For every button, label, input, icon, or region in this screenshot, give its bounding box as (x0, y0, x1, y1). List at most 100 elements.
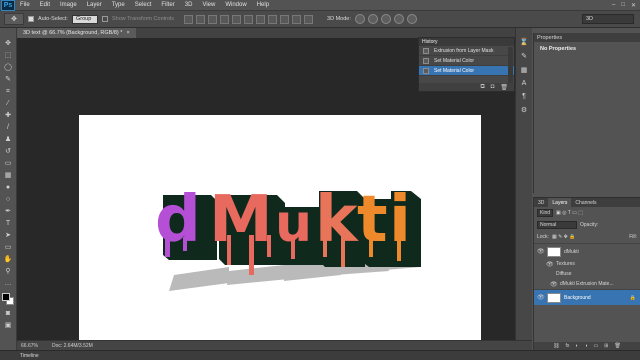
distribute-center-icon[interactable] (304, 14, 314, 24)
history-item[interactable]: Set Material Color (419, 56, 514, 66)
pan-3d-icon[interactable] (380, 14, 391, 24)
hand-tool-icon[interactable]: ✋ (3, 254, 14, 264)
visibility-eye-icon[interactable]: 👁 (546, 261, 554, 268)
menu-type[interactable]: Type (107, 2, 130, 8)
delete-icon[interactable]: 🗑 (500, 84, 508, 91)
canvas[interactable]: d M u k t i (79, 115, 481, 340)
quick-mask-icon[interactable]: ◙ (3, 308, 14, 318)
scale-3d-icon[interactable] (406, 14, 417, 24)
align-center-icon[interactable] (232, 14, 242, 24)
menu-edit[interactable]: Edit (35, 2, 55, 8)
clone-stamp-tool-icon[interactable]: ♟ (3, 134, 14, 144)
kind-filter-dropdown[interactable]: Kind (537, 209, 554, 217)
tab-layers[interactable]: Layers (548, 198, 572, 207)
pen-tool-icon[interactable]: ✒ (3, 206, 14, 216)
menu-3d[interactable]: 3D (180, 2, 198, 8)
timeline-panel-tab[interactable]: Timeline (0, 350, 640, 360)
distribute-left-icon[interactable] (292, 14, 302, 24)
layer-dmukti[interactable]: 👁 dMukti (534, 243, 640, 259)
eyedropper-tool-icon[interactable]: ⁄ (3, 98, 14, 108)
screen-mode-icon[interactable]: ▣ (3, 320, 14, 330)
visibility-eye-icon[interactable]: 👁 (537, 248, 545, 255)
move-tool-icon[interactable]: ✥ (3, 38, 14, 48)
distribute-middle-icon[interactable] (268, 14, 278, 24)
lasso-tool-icon[interactable]: ◯ (3, 62, 14, 72)
layer-material[interactable]: 👁 dMukti Extrusion Mate... (534, 279, 640, 289)
folder-icon[interactable]: ▭ (594, 343, 599, 349)
character-panel-icon[interactable]: A (522, 80, 527, 87)
history-brush-tool-icon[interactable]: ↺ (3, 146, 14, 156)
minimize-button[interactable]: – (612, 2, 615, 9)
lock-icons[interactable]: ▦ ✎ ✥ 🔒 (552, 234, 576, 240)
history-scrollbar[interactable] (508, 47, 513, 83)
brush-tool-icon[interactable]: / (3, 122, 14, 132)
visibility-eye-icon[interactable]: 👁 (537, 294, 545, 301)
layer-background[interactable]: 👁 Background 🔒 (534, 289, 640, 305)
healing-tool-icon[interactable]: ✚ (3, 110, 14, 120)
filter-icons[interactable]: ▣ ◎ T ▭ ⬚ (556, 210, 583, 216)
menu-image[interactable]: Image (55, 2, 82, 8)
blend-mode-dropdown[interactable]: Normal (537, 221, 577, 229)
distribute-top-icon[interactable] (256, 14, 266, 24)
history-item-selected[interactable]: Set Material Color (419, 66, 514, 76)
document-tab-close-icon[interactable]: × (126, 30, 129, 36)
path-select-tool-icon[interactable]: ➤ (3, 230, 14, 240)
swatch-panel-icon[interactable]: ▦ (521, 66, 528, 74)
menu-help[interactable]: Help (252, 2, 274, 8)
color-swatches[interactable] (1, 293, 15, 306)
paragraph-panel-icon[interactable]: ¶ (522, 93, 526, 100)
brush-panel-icon[interactable]: ✎ (521, 52, 527, 60)
history-panel-icon[interactable]: ⌛ (520, 38, 529, 46)
new-document-from-state-icon[interactable]: ⧉ (480, 84, 484, 91)
menu-file[interactable]: File (15, 2, 35, 8)
align-right-icon[interactable] (244, 14, 254, 24)
document-tab[interactable]: 3D text @ 66.7% (Background, RGB/8) * × (17, 28, 136, 38)
menu-select[interactable]: Select (130, 2, 157, 8)
align-middle-icon[interactable] (196, 14, 206, 24)
fx-icon[interactable]: fx (566, 343, 570, 349)
workspace-dropdown[interactable]: 3D (582, 14, 634, 24)
more-tools-icon[interactable]: … (3, 278, 14, 288)
gradient-tool-icon[interactable]: ▦ (3, 170, 14, 180)
type-tool-icon[interactable]: T (3, 218, 14, 228)
menu-window[interactable]: Window (220, 2, 251, 8)
trash-icon[interactable]: 🗑 (614, 343, 620, 349)
close-button[interactable]: ✕ (631, 2, 636, 9)
snapshot-icon[interactable]: ◘ (491, 84, 495, 90)
menu-view[interactable]: View (197, 2, 220, 8)
auto-select-dropdown[interactable]: Group (71, 14, 98, 24)
visibility-eye-icon[interactable]: 👁 (550, 281, 558, 288)
orbit-3d-icon[interactable] (354, 14, 365, 24)
history-panel-title[interactable]: History (419, 38, 514, 46)
history-item[interactable]: Extrusion from Layer Mask (419, 46, 514, 56)
tab-channels[interactable]: Channels (571, 198, 600, 207)
align-left-icon[interactable] (220, 14, 230, 24)
marquee-tool-icon[interactable]: ⬚ (3, 50, 14, 60)
align-top-icon[interactable] (184, 14, 194, 24)
menu-filter[interactable]: Filter (156, 2, 179, 8)
transform-controls-checkbox[interactable] (101, 16, 108, 22)
quick-select-tool-icon[interactable]: ✎ (3, 74, 14, 84)
foreground-color[interactable] (1, 293, 10, 301)
shape-tool-icon[interactable]: ▭ (3, 242, 14, 252)
distribute-bottom-icon[interactable] (280, 14, 290, 24)
properties-tab[interactable]: Properties (534, 33, 640, 42)
zoom-level[interactable]: 66.67% (21, 343, 38, 349)
zoom-tool-icon[interactable]: ⚲ (3, 266, 14, 276)
layer-textures[interactable]: 👁 Textures (534, 259, 640, 269)
eraser-tool-icon[interactable]: ▭ (3, 158, 14, 168)
roll-3d-icon[interactable] (367, 14, 378, 24)
dodge-tool-icon[interactable]: ○ (3, 194, 14, 204)
menu-layer[interactable]: Layer (82, 2, 107, 8)
new-layer-icon[interactable]: ⊞ (604, 343, 608, 349)
slide-3d-icon[interactable] (393, 14, 404, 24)
tool-presets-icon[interactable]: ⚙ (521, 106, 527, 114)
maximize-button[interactable]: □ (621, 2, 625, 9)
mask-icon[interactable]: ◐ (575, 343, 578, 349)
adjustment-icon[interactable]: ◑ (584, 343, 587, 349)
link-icon[interactable]: ⛓ (553, 343, 559, 349)
crop-tool-icon[interactable]: ⌗ (3, 86, 14, 96)
blur-tool-icon[interactable]: ● (3, 182, 14, 192)
auto-select-checkbox[interactable] (28, 16, 34, 22)
tab-3d[interactable]: 3D (534, 198, 548, 207)
